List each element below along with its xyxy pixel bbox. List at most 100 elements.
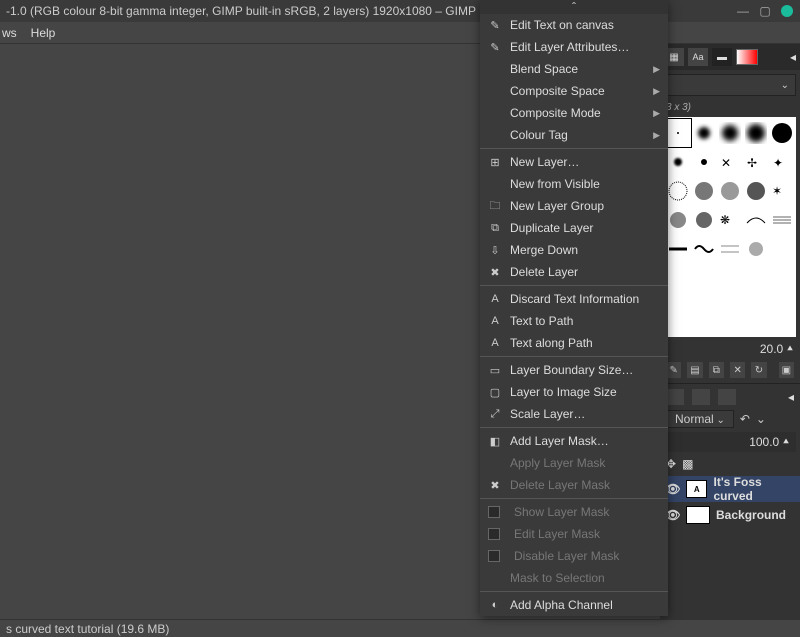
delete-icon: ✖ <box>488 266 502 279</box>
menu-edit-mask: Edit Layer Mask <box>480 523 668 545</box>
panel-menu-icon[interactable]: ◂ <box>790 50 796 64</box>
brush-preset[interactable] <box>743 206 768 234</box>
mode-chevron-icon[interactable]: ⌄ <box>756 412 766 426</box>
menu-add-alpha[interactable]: ◐Add Alpha Channel <box>480 594 668 616</box>
brush-preset[interactable]: ✶ <box>769 177 794 205</box>
brush-preset[interactable] <box>743 235 768 263</box>
dup-brush-icon[interactable]: ⧉ <box>709 362 724 378</box>
menu-scroll-up-icon[interactable]: ˆ <box>480 0 668 14</box>
menu-text-along-path[interactable]: AText along Path <box>480 332 668 354</box>
brush-preset[interactable] <box>692 148 717 176</box>
layer-lock-row: ✥ ▩ <box>660 454 800 474</box>
open-as-image-icon[interactable]: ▣ <box>779 362 794 378</box>
brush-preset[interactable]: ✦ <box>769 148 794 176</box>
brush-preset[interactable] <box>666 119 691 147</box>
brush-preset[interactable] <box>666 235 691 263</box>
opacity-slider[interactable]: 100.0 ⯅ <box>664 432 796 452</box>
brush-size-spinner[interactable]: 20.0 ⯅ <box>660 339 800 359</box>
menu-merge-down[interactable]: ⇩Merge Down <box>480 239 668 261</box>
menu-windows[interactable]: ws <box>2 26 17 40</box>
layer-panel-menu-icon[interactable]: ◂ <box>788 390 794 404</box>
close-button[interactable] <box>780 4 794 18</box>
tab-layers-icon[interactable] <box>666 389 684 405</box>
minimize-button[interactable]: — <box>736 4 750 18</box>
svg-text:✦: ✦ <box>773 156 783 170</box>
menu-layer-to-image-size[interactable]: ▢Layer to Image Size <box>480 381 668 403</box>
brush-preset[interactable] <box>743 119 768 147</box>
edit-brush-icon[interactable]: ✎ <box>666 362 681 378</box>
svg-text:✢: ✢ <box>747 156 757 170</box>
brush-preset[interactable] <box>692 235 717 263</box>
menu-add-mask[interactable]: ◧Add Layer Mask… <box>480 430 668 452</box>
brush-preset[interactable] <box>692 177 717 205</box>
brush-preset[interactable] <box>718 177 743 205</box>
checkbox-icon <box>488 550 500 562</box>
brush-selector-combo[interactable]: ⌄ <box>664 74 796 96</box>
menu-mask-to-selection: Mask to Selection <box>480 567 668 589</box>
resize-icon: ▭ <box>488 364 502 377</box>
brush-preset[interactable] <box>769 206 794 234</box>
menu-separator <box>480 498 668 499</box>
mask-icon: ◧ <box>488 435 502 448</box>
new-brush-icon[interactable]: ▤ <box>687 362 702 378</box>
maximize-button[interactable]: ▢ <box>758 4 772 18</box>
menu-separator <box>480 285 668 286</box>
folder-icon: 🗀 <box>488 197 502 216</box>
menu-duplicate-layer[interactable]: ⧉Duplicate Layer <box>480 217 668 239</box>
menu-separator <box>480 427 668 428</box>
brush-preset[interactable] <box>666 206 691 234</box>
layer-context-menu: ˆ ✎Edit Text on canvas ✎Edit Layer Attri… <box>480 0 668 616</box>
menu-help[interactable]: Help <box>31 26 56 40</box>
menu-new-layer[interactable]: ⊞New Layer… <box>480 151 668 173</box>
svg-text:❋: ❋ <box>720 213 730 227</box>
menu-colour-tag[interactable]: Colour Tag▶ <box>480 124 668 146</box>
tab-paths-icon[interactable] <box>718 389 736 405</box>
menu-scale-layer[interactable]: ⤢Scale Layer… <box>480 403 668 425</box>
menu-composite-space[interactable]: Composite Space▶ <box>480 80 668 102</box>
brush-preset[interactable] <box>666 177 691 205</box>
menu-composite-mode[interactable]: Composite Mode▶ <box>480 102 668 124</box>
blend-mode-select[interactable]: Normal ⌄ <box>666 410 734 428</box>
menu-disable-mask: Disable Layer Mask <box>480 545 668 567</box>
text-icon: A <box>488 337 502 349</box>
tab-channels-icon[interactable] <box>692 389 710 405</box>
layer-visibility-icon[interactable]: 👁 <box>666 482 680 496</box>
menu-delete-layer[interactable]: ✖Delete Layer <box>480 261 668 283</box>
tab-swatch-icon[interactable]: ▬ <box>712 48 732 66</box>
scale-icon: ⤢ <box>488 408 502 421</box>
submenu-arrow-icon: ▶ <box>653 86 660 97</box>
layer-item[interactable]: 👁 Background <box>660 502 800 528</box>
mode-reset-icon[interactable]: ↶ <box>740 412 750 426</box>
menu-new-from-visible[interactable]: New from Visible <box>480 173 668 195</box>
menu-edit-text[interactable]: ✎Edit Text on canvas <box>480 14 668 36</box>
refresh-brush-icon[interactable]: ↻ <box>751 362 766 378</box>
layer-visibility-icon[interactable]: 👁 <box>666 508 680 522</box>
tab-text-icon[interactable]: Aa <box>688 48 708 66</box>
brush-preset[interactable] <box>692 206 717 234</box>
menu-layer-boundary[interactable]: ▭Layer Boundary Size… <box>480 359 668 381</box>
menu-discard-text[interactable]: ADiscard Text Information <box>480 288 668 310</box>
brush-preset[interactable] <box>769 119 794 147</box>
blend-mode-row: Normal ⌄ ↶ ⌄ <box>660 408 800 430</box>
menu-blend-space[interactable]: Blend Space▶ <box>480 58 668 80</box>
brush-preset[interactable]: ✢ <box>743 148 768 176</box>
lock-pixels-icon[interactable]: ▩ <box>682 457 693 471</box>
menu-delete-mask: ✖Delete Layer Mask <box>480 474 668 496</box>
menu-edit-layer-attrs[interactable]: ✎Edit Layer Attributes… <box>480 36 668 58</box>
brush-preset[interactable] <box>666 148 691 176</box>
menubar: ws Help <box>0 22 800 44</box>
window-titlebar: -1.0 (RGB colour 8-bit gamma integer, GI… <box>0 0 800 22</box>
menu-new-layer-group[interactable]: 🗀New Layer Group <box>480 195 668 217</box>
brush-preset[interactable] <box>718 119 743 147</box>
brush-preset[interactable] <box>692 119 717 147</box>
fit-icon: ▢ <box>488 386 502 399</box>
brush-preset[interactable] <box>743 177 768 205</box>
layer-item[interactable]: 👁 A It's Foss curved <box>660 476 800 502</box>
brush-preset[interactable]: ❋ <box>718 206 743 234</box>
tab-gradient-icon[interactable] <box>736 49 758 65</box>
brush-preset[interactable]: ✕ <box>718 148 743 176</box>
del-brush-icon[interactable]: ✕ <box>730 362 745 378</box>
brush-preset[interactable] <box>718 235 743 263</box>
menu-text-to-path[interactable]: AText to Path <box>480 310 668 332</box>
layer-name: It's Foss curved <box>713 475 794 503</box>
